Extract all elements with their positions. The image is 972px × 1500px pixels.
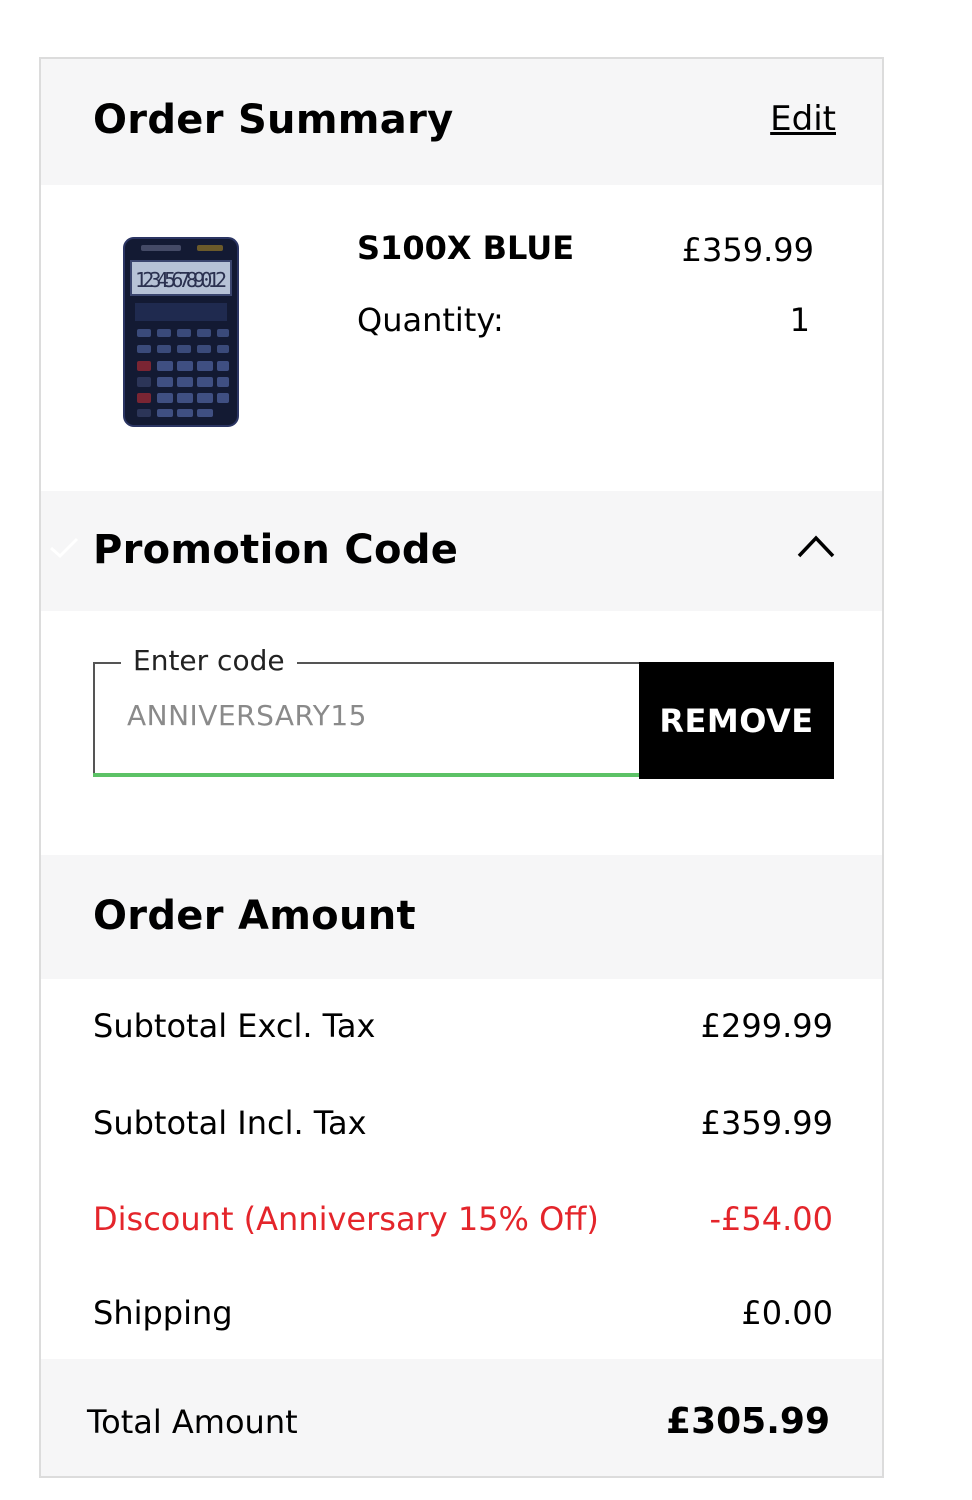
amount-value: £359.99 — [700, 1104, 833, 1142]
promo-code-input[interactable] — [125, 698, 609, 733]
total-amount-value: £305.99 — [666, 1401, 830, 1442]
amount-label: Shipping — [93, 1294, 233, 1332]
amount-label: Subtotal Incl. Tax — [93, 1104, 367, 1142]
promotion-code-title: Promotion Code — [93, 527, 459, 573]
total-amount-bar: Total Amount £305.99 — [41, 1359, 882, 1476]
promo-code-field[interactable]: Enter code — [93, 644, 639, 775]
amount-value: £0.00 — [741, 1294, 833, 1332]
order-summary-panel: Order Summary Edit 123456789012 S100X BL… — [39, 57, 884, 1478]
amount-value: £299.99 — [700, 1007, 833, 1045]
order-amount-header: Order Amount — [41, 855, 882, 979]
amount-label: Subtotal Excl. Tax — [93, 1007, 376, 1045]
product-price: £359.99 — [681, 231, 814, 269]
promotion-code-header[interactable]: Promotion Code — [41, 491, 882, 611]
chevron-up-icon[interactable] — [796, 533, 836, 559]
remove-promo-button[interactable]: REMOVE — [639, 662, 834, 779]
order-summary-header: Order Summary Edit — [41, 59, 882, 185]
calculator-image: 123456789012 — [123, 237, 239, 427]
promo-code-valid-underline — [93, 773, 639, 777]
order-amount-title: Order Amount — [93, 893, 416, 939]
quantity-label: Quantity: — [357, 301, 504, 339]
discount-value: -£54.00 — [709, 1200, 833, 1238]
discount-label: Discount (Anniversary 15% Off) — [93, 1200, 599, 1238]
product-name: S100X BLUE — [357, 229, 575, 267]
quantity-value: 1 — [789, 301, 810, 339]
check-icon — [49, 537, 79, 559]
svg-text:123456789012: 123456789012 — [135, 268, 227, 292]
total-amount-label: Total Amount — [87, 1403, 298, 1441]
promo-code-field-label: Enter code — [121, 644, 297, 677]
edit-link[interactable]: Edit — [770, 99, 836, 139]
order-summary-title: Order Summary — [93, 97, 454, 143]
